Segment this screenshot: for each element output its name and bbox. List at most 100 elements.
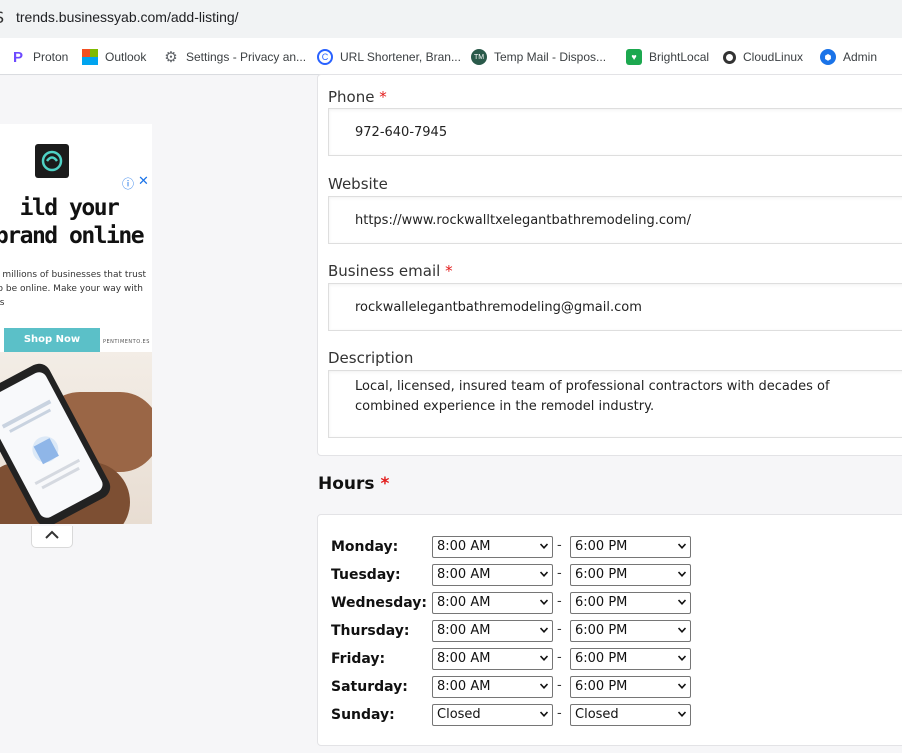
open-time-select[interactable]: 8:00 AM xyxy=(432,592,553,614)
hours-row: Friday: 8:00 AM -6:00 PM xyxy=(331,648,731,670)
chevron-up-icon xyxy=(45,530,59,539)
close-time-select[interactable]: 6:00 PM xyxy=(570,648,691,670)
ad-brand-text: PENTIMENTO.ES xyxy=(103,339,150,345)
hours-heading: Hours * xyxy=(318,474,390,494)
bookmark-outlook[interactable]: Outlook xyxy=(82,48,146,66)
time-separator: - xyxy=(557,566,562,581)
day-label: Sunday: xyxy=(331,707,395,723)
close-time-select[interactable]: Closed xyxy=(570,704,691,726)
close-time-select[interactable]: 6:00 PM xyxy=(570,536,691,558)
open-time-select[interactable]: Closed xyxy=(432,704,553,726)
chevron-down-icon xyxy=(540,543,548,549)
open-time-select[interactable]: 8:00 AM xyxy=(432,536,553,558)
close-time-value: 6:00 PM xyxy=(575,651,628,666)
business-email-label: Business email * xyxy=(328,262,453,280)
chevron-down-icon xyxy=(540,655,548,661)
day-label: Thursday: xyxy=(331,623,410,639)
open-time-select[interactable]: 8:00 AM xyxy=(432,648,553,670)
close-time-select[interactable]: 6:00 PM xyxy=(570,564,691,586)
cloudlinux-icon xyxy=(723,50,736,64)
shop-now-button[interactable]: Shop Now xyxy=(4,328,100,352)
bookmark-temp-mail[interactable]: TM Temp Mail - Dispos... xyxy=(471,48,606,66)
chevron-down-icon xyxy=(678,711,686,717)
chevron-down-icon xyxy=(678,683,686,689)
hours-row: Wednesday: 8:00 AM -6:00 PM xyxy=(331,592,731,614)
chevron-down-icon xyxy=(540,571,548,577)
open-time-select[interactable]: 8:00 AM xyxy=(432,676,553,698)
chevron-down-icon xyxy=(540,627,548,633)
required-marker: * xyxy=(380,474,390,494)
bookmark-brightlocal[interactable]: ♥ BrightLocal xyxy=(626,48,709,66)
ad-close-icon[interactable]: ✕ xyxy=(138,174,149,189)
day-label: Monday: xyxy=(331,539,399,555)
bookmarks-bar: P Proton Outlook ⚙ Settings - Privacy an… xyxy=(0,38,902,75)
windows-icon xyxy=(82,49,98,65)
proton-icon: P xyxy=(12,48,23,66)
open-time-value: 8:00 AM xyxy=(437,567,491,582)
hours-row: Monday: 8:00 AM -6:00 PM xyxy=(331,536,731,558)
business-email-input[interactable]: rockwallelegantbathremodeling@gmail.com xyxy=(328,283,902,331)
time-separator: - xyxy=(557,678,562,693)
required-marker: * xyxy=(379,88,387,106)
open-time-select[interactable]: 8:00 AM xyxy=(432,564,553,586)
time-separator: - xyxy=(557,594,562,609)
brand-logo-icon xyxy=(35,144,69,178)
close-time-select[interactable]: 6:00 PM xyxy=(570,592,691,614)
listing-details-card: Phone * 972-640-7945 Website https://www… xyxy=(317,74,902,456)
tempmail-icon: TM xyxy=(471,49,487,65)
ad-headline: ild your brand online xyxy=(0,195,145,249)
description-textarea[interactable]: Local, licensed, insured team of profess… xyxy=(328,370,902,438)
ad-info-icon[interactable]: ⓘ xyxy=(122,175,134,192)
site-info-icon[interactable]: S xyxy=(0,8,8,28)
open-time-select[interactable]: 8:00 AM xyxy=(432,620,553,642)
address-bar[interactable]: S trends.businessyab.com/add-listing/ xyxy=(0,0,902,38)
close-time-value: 6:00 PM xyxy=(575,623,628,638)
ad-collapse-button[interactable] xyxy=(31,526,73,548)
bookmark-admin[interactable]: ⬢ Admin xyxy=(820,48,877,66)
link-icon: C xyxy=(317,49,333,65)
bookmark-cloudlinux[interactable]: CloudLinux xyxy=(723,48,803,66)
phone-label: Phone * xyxy=(328,88,387,106)
phone-input[interactable]: 972-640-7945 xyxy=(328,108,902,156)
open-time-value: 8:00 AM xyxy=(437,679,491,694)
time-separator: - xyxy=(557,650,562,665)
website-input[interactable]: https://www.rockwalltxelegantbathremodel… xyxy=(328,196,902,244)
day-label: Tuesday: xyxy=(331,567,401,583)
close-time-value: Closed xyxy=(575,707,619,722)
bookmark-proton[interactable]: P Proton xyxy=(10,48,68,66)
day-label: Saturday: xyxy=(331,679,408,695)
bookmark-label: BrightLocal xyxy=(649,50,710,64)
close-time-select[interactable]: 6:00 PM xyxy=(570,620,691,642)
chevron-down-icon xyxy=(540,711,548,717)
day-label: Friday: xyxy=(331,651,386,667)
open-time-value: 8:00 AM xyxy=(437,595,491,610)
time-separator: - xyxy=(557,622,562,637)
bookmark-label: Admin xyxy=(843,50,878,64)
ad-subtitle: e millions of businesses that trust to b… xyxy=(0,270,147,308)
admin-icon: ⬢ xyxy=(820,49,836,65)
advertisement[interactable]: ⓘ ✕ ild your brand online e millions of … xyxy=(0,124,152,524)
bookmark-label: Outlook xyxy=(105,50,147,64)
bookmark-url-shortener[interactable]: C URL Shortener, Bran... xyxy=(317,48,461,66)
close-time-value: 6:00 PM xyxy=(575,539,628,554)
time-separator: - xyxy=(557,706,562,721)
close-time-value: 6:00 PM xyxy=(575,595,628,610)
chevron-down-icon xyxy=(540,683,548,689)
close-time-select[interactable]: 6:00 PM xyxy=(570,676,691,698)
url-text[interactable]: trends.businessyab.com/add-listing/ xyxy=(16,9,239,25)
brightlocal-icon: ♥ xyxy=(626,49,642,65)
open-time-value: 8:00 AM xyxy=(437,651,491,666)
ad-phone-image xyxy=(0,352,152,524)
chevron-down-icon xyxy=(678,599,686,605)
bookmark-label: CloudLinux xyxy=(743,50,804,64)
bookmark-label: URL Shortener, Bran... xyxy=(340,50,461,64)
chevron-down-icon xyxy=(678,627,686,633)
chevron-down-icon xyxy=(678,571,686,577)
gear-icon: ⚙ xyxy=(164,49,178,66)
page-content: ⓘ ✕ ild your brand online e millions of … xyxy=(0,74,902,753)
chevron-down-icon xyxy=(540,599,548,605)
open-time-value: 8:00 AM xyxy=(437,539,491,554)
bookmark-settings[interactable]: ⚙ Settings - Privacy an... xyxy=(163,48,306,66)
open-time-value: 8:00 AM xyxy=(437,623,491,638)
hours-row: Sunday: Closed - Closed xyxy=(331,704,731,726)
